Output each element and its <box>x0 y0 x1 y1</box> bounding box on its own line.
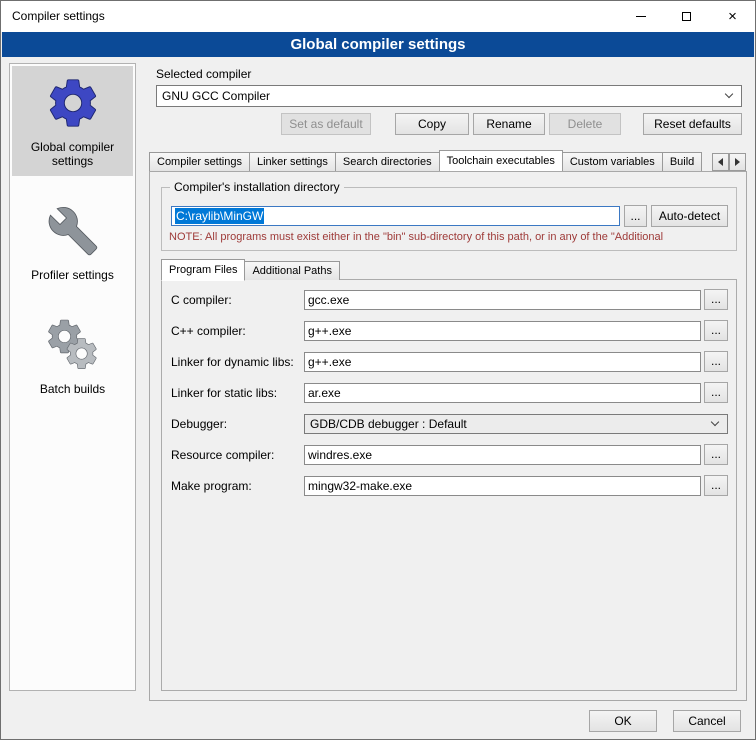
rename-button[interactable]: Rename <box>473 113 545 135</box>
linker-dynamic-label: Linker for dynamic libs: <box>171 355 294 369</box>
delete-button[interactable]: Delete <box>549 113 621 135</box>
cpp-compiler-label: C++ compiler: <box>171 324 246 338</box>
page-title: Global compiler settings <box>2 32 754 57</box>
minimize-button[interactable] <box>618 1 663 31</box>
ok-button[interactable]: OK <box>589 710 657 732</box>
c-compiler-input[interactable] <box>304 290 701 310</box>
sidebar-item-profiler-settings[interactable]: Profiler settings <box>12 194 133 290</box>
set-as-default-button[interactable]: Set as default <box>281 113 371 135</box>
linker-dynamic-input[interactable] <box>304 352 701 372</box>
autodetect-button[interactable]: Auto-detect <box>651 205 728 227</box>
install-path-input[interactable]: C:\raylib\MinGW <box>171 206 620 226</box>
install-path-browse-button[interactable]: ... <box>624 205 647 227</box>
cpp-compiler-browse-button[interactable]: ... <box>704 320 728 341</box>
tab-scroll-left-button[interactable] <box>712 153 729 171</box>
maximize-icon <box>682 12 691 21</box>
files-subtabstrip: Program Files Additional Paths <box>161 258 340 280</box>
minimize-icon <box>636 16 646 17</box>
sidebar-item-global-compiler-settings[interactable]: Global compiler settings <box>12 66 133 176</box>
compiler-settings-window: Compiler settings × Global compiler sett… <box>0 0 756 740</box>
make-program-browse-button[interactable]: ... <box>704 475 728 496</box>
window-title: Compiler settings <box>12 9 105 23</box>
close-button[interactable]: × <box>710 1 755 31</box>
tab-search-directories[interactable]: Search directories <box>335 152 440 171</box>
tab-linker-settings[interactable]: Linker settings <box>249 152 336 171</box>
debugger-select-value: GDB/CDB debugger : Default <box>310 417 467 431</box>
resource-compiler-input[interactable] <box>304 445 701 465</box>
compiler-select-value: GNU GCC Compiler <box>162 89 270 103</box>
chevron-down-icon <box>712 419 722 429</box>
c-compiler-browse-button[interactable]: ... <box>704 289 728 310</box>
sidebar-item-label: Profiler settings <box>14 268 131 282</box>
tabs-viewport: Compiler settings Linker settings Search… <box>149 149 711 171</box>
debugger-label: Debugger: <box>171 417 227 431</box>
chevron-left-icon <box>718 158 723 166</box>
close-icon: × <box>728 9 737 24</box>
install-path-value: C:\raylib\MinGW <box>175 208 264 224</box>
blue-gear-icon <box>42 72 104 134</box>
settings-sidebar: Global compiler settings Profiler settin… <box>9 63 136 691</box>
tab-custom-variables[interactable]: Custom variables <box>562 152 663 171</box>
tab-scroll-right-button[interactable] <box>729 153 746 171</box>
profiler-tool-icon <box>42 200 104 262</box>
cpp-compiler-input[interactable] <box>304 321 701 341</box>
subtab-program-files[interactable]: Program Files <box>161 259 245 281</box>
cancel-button[interactable]: Cancel <box>673 710 741 732</box>
installation-directory-title: Compiler's installation directory <box>170 180 344 194</box>
selected-compiler-label: Selected compiler <box>156 67 251 81</box>
titlebar: Compiler settings × <box>1 1 755 32</box>
sidebar-item-batch-builds[interactable]: Batch builds <box>12 308 133 404</box>
compiler-select[interactable]: GNU GCC Compiler <box>156 85 742 107</box>
linker-static-browse-button[interactable]: ... <box>704 382 728 403</box>
linker-dynamic-browse-button[interactable]: ... <box>704 351 728 372</box>
sidebar-item-label: Global compiler settings <box>14 140 131 168</box>
copy-button[interactable]: Copy <box>395 113 469 135</box>
chevron-right-icon <box>735 158 740 166</box>
reset-defaults-button[interactable]: Reset defaults <box>643 113 742 135</box>
make-program-label: Make program: <box>171 479 252 493</box>
make-program-input[interactable] <box>304 476 701 496</box>
tab-compiler-settings[interactable]: Compiler settings <box>149 152 250 171</box>
debugger-select[interactable]: GDB/CDB debugger : Default <box>304 414 728 434</box>
tab-toolchain-executables[interactable]: Toolchain executables <box>439 150 563 171</box>
resource-compiler-browse-button[interactable]: ... <box>704 444 728 465</box>
subtab-additional-paths[interactable]: Additional Paths <box>244 261 340 280</box>
compiler-tabstrip: Compiler settings Linker settings Search… <box>149 149 747 171</box>
install-note: NOTE: All programs must exist either in … <box>169 231 737 243</box>
gray-gears-icon <box>42 314 104 376</box>
c-compiler-label: C compiler: <box>171 293 232 307</box>
linker-static-label: Linker for static libs: <box>171 386 277 400</box>
maximize-button[interactable] <box>664 1 709 31</box>
tab-build[interactable]: Build <box>662 152 702 171</box>
resource-compiler-label: Resource compiler: <box>171 448 274 462</box>
linker-static-input[interactable] <box>304 383 701 403</box>
sidebar-item-label: Batch builds <box>14 382 131 396</box>
chevron-down-icon <box>726 91 736 101</box>
